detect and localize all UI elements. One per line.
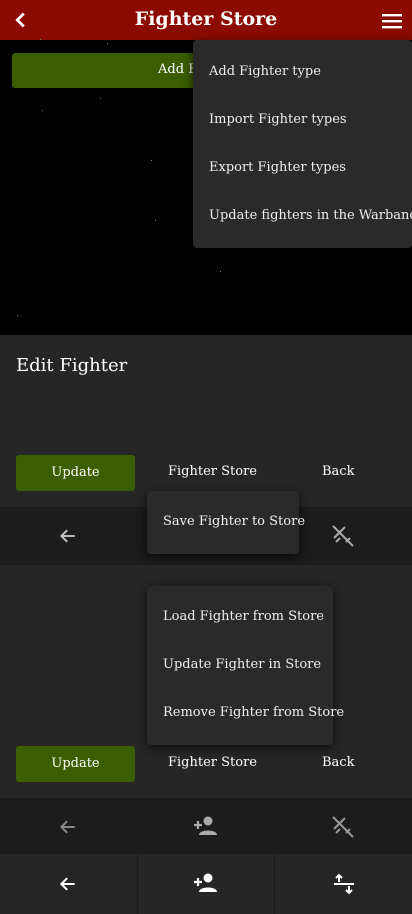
menu-item-update-fighters[interactable]: Update fighters in the Warbands bbox=[209, 208, 412, 223]
arrow-left-icon[interactable] bbox=[57, 526, 79, 546]
swap-vertical-icon[interactable] bbox=[332, 872, 356, 896]
save-dropdown-menu: Save Fighter to Store bbox=[147, 491, 305, 554]
menu-item-remove-fighter[interactable]: Remove Fighter from Store bbox=[163, 705, 344, 720]
store-dropdown-menu: Load Fighter from Store Update Fighter i… bbox=[147, 586, 344, 745]
person-add-icon[interactable] bbox=[193, 872, 219, 894]
add-fighter-button[interactable]: Add Fi bbox=[12, 53, 202, 88]
divider bbox=[274, 854, 275, 914]
menu-item-add-fighter-type[interactable]: Add Fighter type bbox=[209, 64, 321, 79]
secondary-nav-bar bbox=[0, 798, 412, 854]
edit-fighter-card: Edit Fighter Update Fighter Store Back bbox=[0, 335, 412, 507]
card-title: Edit Fighter bbox=[16, 355, 128, 376]
swords-off-icon[interactable] bbox=[331, 524, 355, 548]
menu-item-load-fighter[interactable]: Load Fighter from Store bbox=[163, 609, 324, 624]
back-button[interactable]: Back bbox=[322, 464, 354, 479]
bottom-nav-bar bbox=[0, 854, 412, 914]
fighter-store-button[interactable]: Fighter Store bbox=[168, 464, 257, 479]
menu-item-update-fighter[interactable]: Update Fighter in Store bbox=[163, 657, 321, 672]
app-bar: Fighter Store bbox=[0, 0, 412, 40]
menu-item-export-fighter-types[interactable]: Export Fighter types bbox=[209, 160, 346, 175]
menu-item-save-fighter[interactable]: Save Fighter to Store bbox=[163, 514, 305, 529]
swords-off-icon[interactable] bbox=[331, 815, 355, 839]
header-dropdown-menu: Add Fighter type Import Fighter types Ex… bbox=[193, 40, 412, 248]
hamburger-menu-icon[interactable] bbox=[380, 10, 404, 32]
arrow-left-icon[interactable] bbox=[57, 817, 79, 837]
back-button[interactable]: Back bbox=[322, 755, 354, 770]
page-title: Fighter Store bbox=[134, 8, 278, 30]
menu-item-import-fighter-types[interactable]: Import Fighter types bbox=[209, 112, 347, 127]
arrow-left-icon[interactable] bbox=[57, 874, 79, 894]
person-add-icon[interactable] bbox=[193, 815, 219, 837]
divider bbox=[137, 854, 138, 914]
update-button[interactable]: Update bbox=[16, 455, 135, 491]
fighter-store-button[interactable]: Fighter Store bbox=[168, 755, 257, 770]
update-button[interactable]: Update bbox=[16, 746, 135, 782]
